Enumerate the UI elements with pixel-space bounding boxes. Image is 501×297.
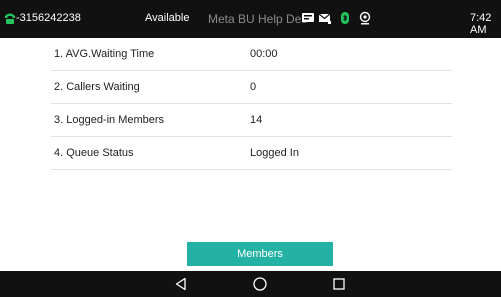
bluetooth-icon	[341, 12, 349, 24]
back-button[interactable]	[171, 275, 191, 293]
status-availability[interactable]: Available	[145, 12, 189, 24]
row-value: 14	[250, 114, 263, 126]
row-value: Logged In	[250, 147, 299, 159]
home-circle-icon	[253, 277, 267, 291]
queue-info-row: 1. AVG.Waiting Time 00:00	[51, 38, 452, 71]
voicemail-icon	[302, 13, 314, 22]
queue-info-row: 4. Queue Status Logged In	[51, 137, 452, 170]
row-label: 1. AVG.Waiting Time	[54, 48, 155, 60]
row-label: 2. Callers Waiting	[54, 81, 140, 93]
recents-square-icon	[333, 278, 345, 290]
home-button[interactable]	[250, 275, 270, 293]
members-button[interactable]: Members	[187, 242, 333, 266]
row-label: 4. Queue Status	[54, 147, 134, 159]
navigation-bar	[0, 271, 501, 297]
row-label: 3. Logged-in Members	[54, 114, 165, 126]
status-phone-number: -3156242238	[16, 12, 81, 24]
queue-info-row: 3. Logged-in Members 14	[51, 104, 452, 137]
back-triangle-icon	[175, 277, 186, 291]
message-icon	[318, 13, 331, 24]
queue-info-table: 1. AVG.Waiting Time 00:00 2. Callers Wai…	[51, 38, 452, 170]
status-app-title: Meta BU Help Des	[208, 12, 308, 26]
phone-handset-icon	[5, 13, 15, 24]
row-value: 00:00	[250, 48, 278, 60]
status-time: 7:42 AM	[470, 12, 492, 36]
recents-button[interactable]	[329, 275, 349, 293]
status-bar: -3156242238 Available Meta BU Help Des 7…	[0, 0, 501, 38]
location-pin-icon	[359, 11, 371, 25]
row-value: 0	[250, 81, 257, 93]
queue-info-row: 2. Callers Waiting 0	[51, 71, 452, 104]
